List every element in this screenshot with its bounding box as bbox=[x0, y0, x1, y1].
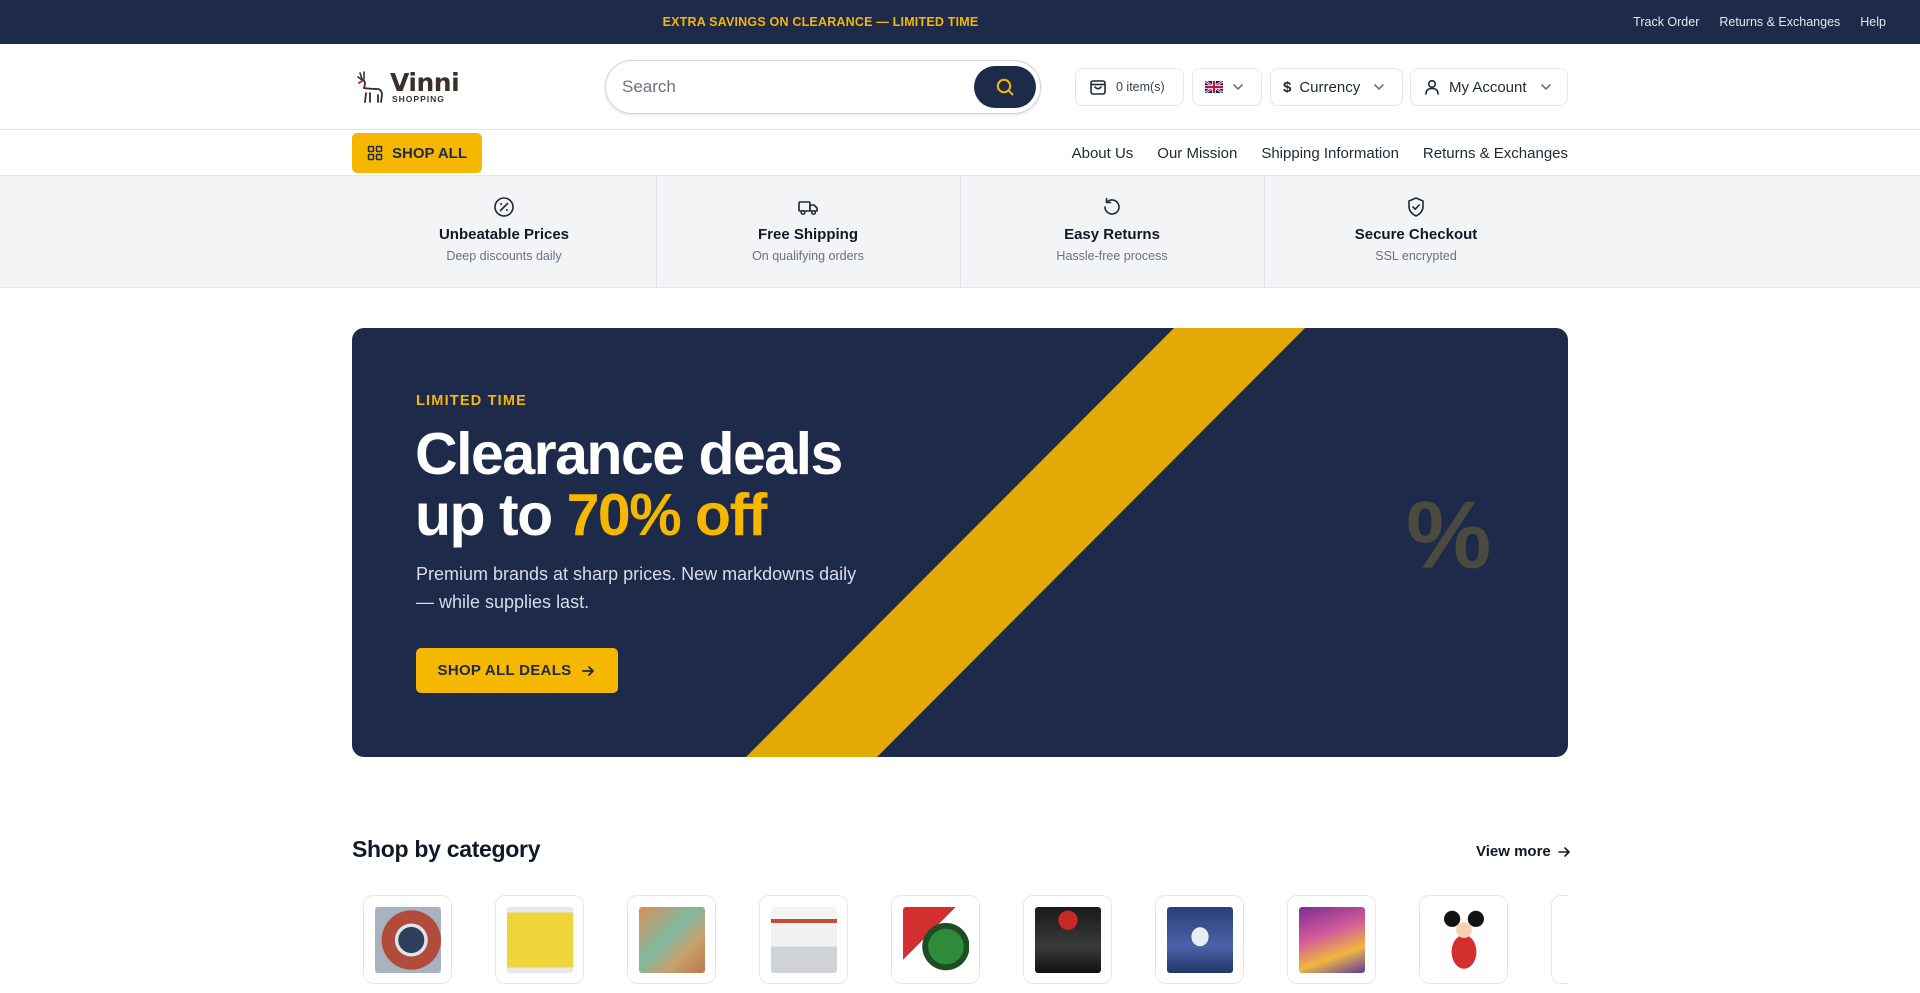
currency-symbol: $ bbox=[1283, 78, 1292, 96]
discount-badge-icon bbox=[494, 197, 514, 217]
uk-flag-icon bbox=[1205, 81, 1223, 93]
chevron-down-icon bbox=[1540, 84, 1551, 91]
hero-headline-prefix: up to bbox=[415, 482, 567, 548]
arrow-right-icon bbox=[1557, 846, 1570, 857]
site-header: Vinni SHOPPING 0 item(s) bbox=[0, 44, 1920, 130]
returns-exchanges-link[interactable]: Returns & Exchanges bbox=[1719, 15, 1840, 29]
category-image bbox=[770, 906, 837, 973]
category-image bbox=[1298, 906, 1365, 973]
feature-easy-returns: Easy Returns Hassle-free process bbox=[960, 176, 1264, 288]
search-button[interactable] bbox=[974, 66, 1036, 108]
category-plush-toy[interactable] bbox=[1419, 895, 1508, 984]
account-label: My Account bbox=[1449, 78, 1527, 96]
chevron-down-icon bbox=[1374, 84, 1385, 91]
utility-links: Track Order Returns & Exchanges Help bbox=[1633, 0, 1886, 44]
nav-returns-exchanges[interactable]: Returns & Exchanges bbox=[1423, 145, 1568, 162]
category-image bbox=[1562, 906, 1568, 973]
section-title: Shop by category bbox=[352, 836, 541, 862]
cart-count: 0 item(s) bbox=[1116, 80, 1165, 94]
search-icon bbox=[996, 78, 1014, 96]
hero-eyebrow: LIMITED TIME bbox=[416, 393, 528, 409]
feature-title: Free Shipping bbox=[757, 226, 858, 243]
help-link[interactable]: Help bbox=[1860, 15, 1886, 29]
feature-title: Secure Checkout bbox=[1354, 226, 1478, 243]
search-input[interactable] bbox=[622, 61, 962, 113]
category-image bbox=[638, 906, 705, 973]
feature-secure-checkout: Secure Checkout SSL encrypted bbox=[1264, 176, 1568, 288]
feature-title: Easy Returns bbox=[1064, 226, 1160, 243]
deer-logo-icon bbox=[357, 71, 383, 103]
nav-links: About Us Our Mission Shipping Informatio… bbox=[1072, 130, 1568, 176]
logo-sub: SHOPPING bbox=[392, 94, 445, 105]
category-baseball-card[interactable] bbox=[759, 895, 848, 984]
main-nav: SHOP ALL About Us Our Mission Shipping I… bbox=[0, 130, 1920, 176]
category-trading-card[interactable] bbox=[1287, 895, 1376, 984]
feature-desc: SSL encrypted bbox=[1375, 249, 1457, 263]
category-image bbox=[902, 906, 969, 973]
currency-label: Currency bbox=[1299, 78, 1361, 96]
cart-button[interactable]: 0 item(s) bbox=[1075, 68, 1184, 106]
track-order-link[interactable]: Track Order bbox=[1633, 15, 1699, 29]
category-anime-figure[interactable] bbox=[1155, 895, 1244, 984]
site-logo[interactable]: Vinni SHOPPING bbox=[352, 68, 462, 106]
category-image bbox=[1166, 906, 1233, 973]
category-electronics[interactable] bbox=[1023, 895, 1112, 984]
category-image bbox=[1034, 906, 1101, 973]
category-yellow-jersey[interactable] bbox=[495, 895, 584, 984]
logo-brand: Vinni bbox=[390, 68, 460, 98]
category-carousel bbox=[363, 895, 1568, 993]
promo-text: EXTRA SAVINGS ON CLEARANCE — LIMITED TIM… bbox=[662, 15, 979, 29]
user-icon bbox=[1425, 79, 1439, 95]
view-more-link[interactable]: View more bbox=[1476, 843, 1571, 860]
announcement-bar: EXTRA SAVINGS ON CLEARANCE — LIMITED TIM… bbox=[0, 0, 1920, 44]
grid-icon bbox=[367, 145, 383, 161]
shop-all-button[interactable]: SHOP ALL bbox=[352, 133, 482, 173]
category-more[interactable] bbox=[1551, 895, 1568, 984]
cta-label: SHOP ALL DEALS bbox=[437, 662, 572, 679]
category-art-print[interactable] bbox=[627, 895, 716, 984]
hero-headline: Clearance deals up to 70% off bbox=[415, 421, 843, 548]
hero-subtext: Premium brands at sharp prices. New mark… bbox=[416, 564, 857, 612]
search-bar bbox=[605, 60, 1041, 114]
account-menu[interactable]: My Account bbox=[1410, 68, 1568, 106]
category-mask-figure[interactable] bbox=[891, 895, 980, 984]
feature-unbeatable-prices: Unbeatable Prices Deep discounts daily bbox=[352, 176, 656, 288]
nav-about-us[interactable]: About Us bbox=[1072, 145, 1134, 162]
feature-desc: On qualifying orders bbox=[752, 249, 864, 263]
hero-banner: LIMITED TIME Clearance deals up to 70% o… bbox=[352, 328, 1568, 757]
currency-selector[interactable]: $ Currency bbox=[1270, 68, 1403, 106]
nav-our-mission[interactable]: Our Mission bbox=[1157, 145, 1237, 162]
category-image bbox=[1430, 906, 1497, 973]
truck-icon bbox=[798, 201, 818, 216]
nav-shipping-information[interactable]: Shipping Information bbox=[1261, 145, 1399, 162]
hero-headline-highlight: 70% off bbox=[566, 482, 768, 548]
feature-desc: Hassle-free process bbox=[1056, 249, 1168, 263]
shop-all-label: SHOP ALL bbox=[391, 144, 467, 162]
shield-check-icon bbox=[1408, 197, 1424, 217]
category-anime-pin[interactable] bbox=[363, 895, 452, 984]
language-selector[interactable] bbox=[1192, 68, 1262, 106]
hero-headline-line1: Clearance deals bbox=[415, 421, 843, 487]
percent-decor: % bbox=[1406, 482, 1492, 589]
feature-title: Unbeatable Prices bbox=[438, 226, 570, 243]
arrow-right-icon bbox=[582, 665, 595, 676]
shopping-bag-icon bbox=[1090, 80, 1106, 95]
view-more-label: View more bbox=[1476, 843, 1551, 860]
shop-all-deals-button[interactable]: SHOP ALL DEALS bbox=[416, 648, 618, 693]
category-image bbox=[374, 906, 441, 973]
feature-desc: Deep discounts daily bbox=[446, 249, 562, 263]
feature-free-shipping: Free Shipping On qualifying orders bbox=[656, 176, 960, 288]
category-image bbox=[506, 906, 573, 973]
rotate-ccw-icon bbox=[1104, 197, 1120, 215]
chevron-down-icon bbox=[1233, 84, 1243, 91]
feature-strip: Unbeatable Prices Deep discounts daily F… bbox=[0, 176, 1920, 288]
